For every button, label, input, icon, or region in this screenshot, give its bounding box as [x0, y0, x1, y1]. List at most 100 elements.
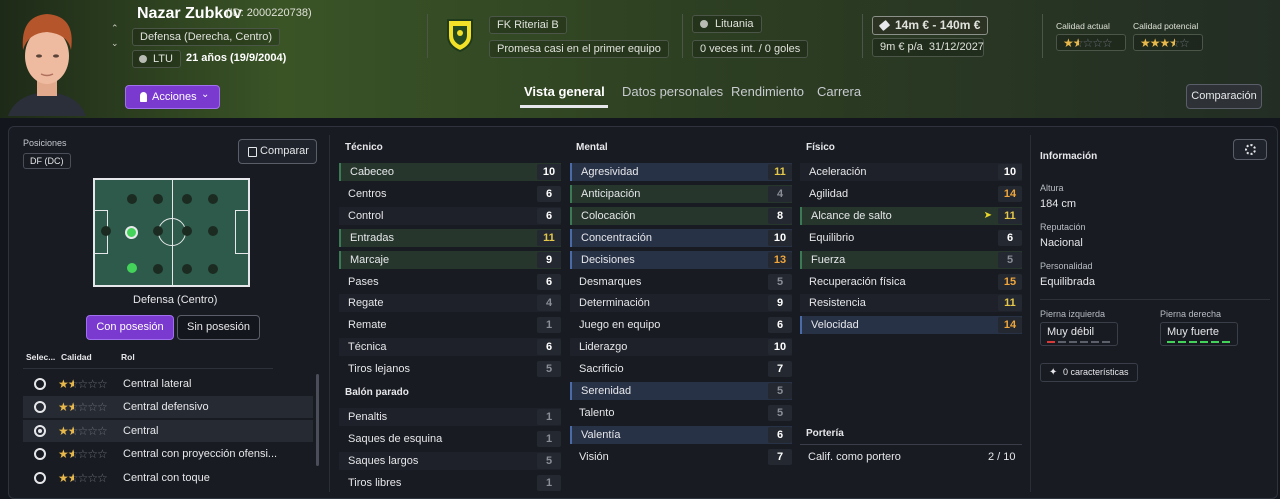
attribute-name: Saques de esquina [348, 432, 443, 445]
attribute-row[interactable]: Pases 6 [339, 273, 561, 291]
role-row[interactable]: ★☆ ★ ☆☆☆ Central con toque [23, 467, 313, 489]
attribute-value: 1 [537, 430, 561, 447]
attribute-row[interactable]: Serenidad 5 [570, 382, 792, 400]
role-row[interactable]: ★☆ ★ ☆☆☆ Central lateral [23, 373, 313, 395]
attribute-row[interactable]: Juego en equipo 6 [570, 316, 792, 334]
traits-button[interactable]: ✦ 0 características [1040, 363, 1138, 382]
attribute-row[interactable]: Tiros libres 1 [339, 474, 561, 492]
attribute-name: Marcaje [350, 253, 390, 266]
personality-label: Personalidad [1040, 261, 1093, 271]
role-name: Central con toque [123, 471, 210, 484]
attribute-row[interactable]: Alcance de salto 11 ➤ [800, 206, 1022, 225]
attribute-row[interactable]: Concentración 10 [570, 228, 792, 247]
attribute-row[interactable]: Saques largos 5 [339, 451, 561, 470]
attribute-row[interactable]: Visión 7 [570, 448, 792, 466]
attribute-name: Regate [348, 297, 384, 310]
attribute-row[interactable]: Penaltis 1 [339, 408, 561, 426]
attribute-value: 6 [537, 339, 561, 356]
attribute-name: Visión [579, 450, 609, 463]
actions-button[interactable]: Acciones ⌄ [125, 85, 220, 109]
attribute-row[interactable]: Marcaje 9 [339, 250, 561, 269]
attribute-name: Velocidad [811, 319, 859, 332]
chevron-up-icon[interactable]: ⌃ [111, 23, 119, 34]
attribute-value: 6 [537, 207, 561, 224]
attribute-row[interactable]: Liderazgo 10 [570, 338, 792, 357]
attribute-value: 6 [537, 185, 561, 202]
attribute-row[interactable]: Técnica 6 [339, 338, 561, 357]
country-badge[interactable]: Lituania [692, 15, 762, 33]
attribute-name: Talento [579, 406, 615, 419]
attribute-row[interactable]: Talento 5 [570, 404, 792, 422]
right-foot-box: Muy fuerte [1160, 322, 1238, 346]
role-radio[interactable] [34, 424, 46, 437]
attribute-name: Cabeceo [350, 166, 395, 178]
attribute-row[interactable]: Anticipación 4 [570, 184, 792, 203]
divider [1040, 299, 1270, 300]
club-name[interactable]: FK Riteriai B [489, 16, 567, 34]
wage: 9m € p/a [880, 41, 923, 53]
natural-position-dot [125, 226, 138, 239]
club-crest-icon[interactable] [445, 18, 475, 53]
role-row[interactable]: ★☆ ★ ☆☆☆ Central con proyección ofensi... [23, 443, 313, 465]
attribute-row[interactable]: Agresividad 11 [570, 163, 792, 181]
left-foot-bar [1047, 341, 1111, 343]
out-possession-button[interactable]: Sin posesión [177, 315, 260, 340]
attribute-row[interactable]: Recuperación física 15 [800, 273, 1022, 291]
role-quality-stars: ★☆ ★ ☆☆☆ [58, 400, 108, 415]
role-row[interactable]: ★☆ ★ ☆☆☆ Central [23, 419, 313, 442]
attribute-row[interactable]: Aceleración 10 [800, 163, 1022, 181]
role-radio[interactable] [34, 378, 46, 390]
attribute-row[interactable]: Agilidad 14 [800, 185, 1022, 203]
compare-button[interactable]: Comparar [238, 139, 317, 164]
attribute-row[interactable]: Fuerza 5 [800, 250, 1022, 269]
divider [800, 444, 1022, 445]
attribute-row[interactable]: Equilibrio 6 [800, 229, 1022, 247]
tab-career[interactable]: Carrera [817, 84, 861, 99]
attribute-value: 6 [768, 426, 792, 443]
actions-label: Acciones [152, 91, 197, 103]
player-nation: LTU [153, 53, 173, 65]
role-row[interactable]: ★☆ ★ ☆☆☆ Central defensivo [23, 396, 313, 419]
chevron-down-icon[interactable]: ⌄ [111, 38, 119, 49]
attribute-value: 11 [768, 164, 792, 180]
attribute-row[interactable]: Remate 1 [339, 316, 561, 334]
in-possession-button[interactable]: Con posesión [86, 315, 174, 340]
positions-label: Posiciones [23, 138, 67, 148]
tab-performance[interactable]: Rendimiento [731, 84, 804, 99]
comparison-button[interactable]: Comparación [1186, 84, 1262, 109]
attribute-row[interactable]: Determinación 9 [570, 294, 792, 313]
attribute-value: 11 [998, 295, 1022, 312]
attribute-value: 9 [768, 295, 792, 312]
attribute-row[interactable]: Entradas 11 [339, 228, 561, 247]
divider [682, 14, 683, 58]
attribute-row[interactable]: Resistencia 11 [800, 294, 1022, 313]
role-list-scrollbar[interactable] [316, 374, 319, 466]
attribute-row[interactable]: Velocidad 14 [800, 316, 1022, 335]
attribute-row[interactable]: Sacrificio 7 [570, 360, 792, 378]
attribute-row[interactable]: Control 6 [339, 206, 561, 225]
attribute-row[interactable]: Centros 6 [339, 185, 561, 203]
attribute-value: 5 [537, 452, 561, 469]
attribute-row[interactable]: Colocación 8 [570, 206, 792, 225]
attribute-value: 6 [768, 317, 792, 334]
attribute-row[interactable]: Cabeceo 10 [339, 163, 561, 181]
attribute-row[interactable]: Decisiones 13 [570, 250, 792, 269]
attribute-row[interactable]: Regate 4 [339, 294, 561, 313]
role-quality-stars: ★☆ ★ ☆☆☆ [58, 423, 108, 438]
tab-overview[interactable]: Vista general [524, 84, 605, 99]
attribute-name: Valentía [581, 428, 621, 441]
attribute-name: Liderazgo [579, 341, 628, 354]
role-radio[interactable] [34, 448, 46, 461]
attribute-row[interactable]: Saques de esquina 1 [339, 430, 561, 448]
role-radio[interactable] [34, 471, 46, 484]
info-settings-button[interactable] [1233, 139, 1267, 160]
role-radio[interactable] [34, 401, 46, 414]
attribute-row[interactable]: Tiros lejanos 5 [339, 360, 561, 378]
attribute-value: 1 [537, 474, 561, 491]
current-ability-label: Calidad actual [1056, 21, 1110, 31]
tab-personal-data[interactable]: Datos personales [622, 84, 723, 99]
col-select: Selec... [26, 352, 56, 362]
country-name: Lituania [715, 18, 754, 30]
attribute-row[interactable]: Desmarques 5 [570, 273, 792, 291]
attribute-row[interactable]: Valentía 6 [570, 425, 792, 444]
